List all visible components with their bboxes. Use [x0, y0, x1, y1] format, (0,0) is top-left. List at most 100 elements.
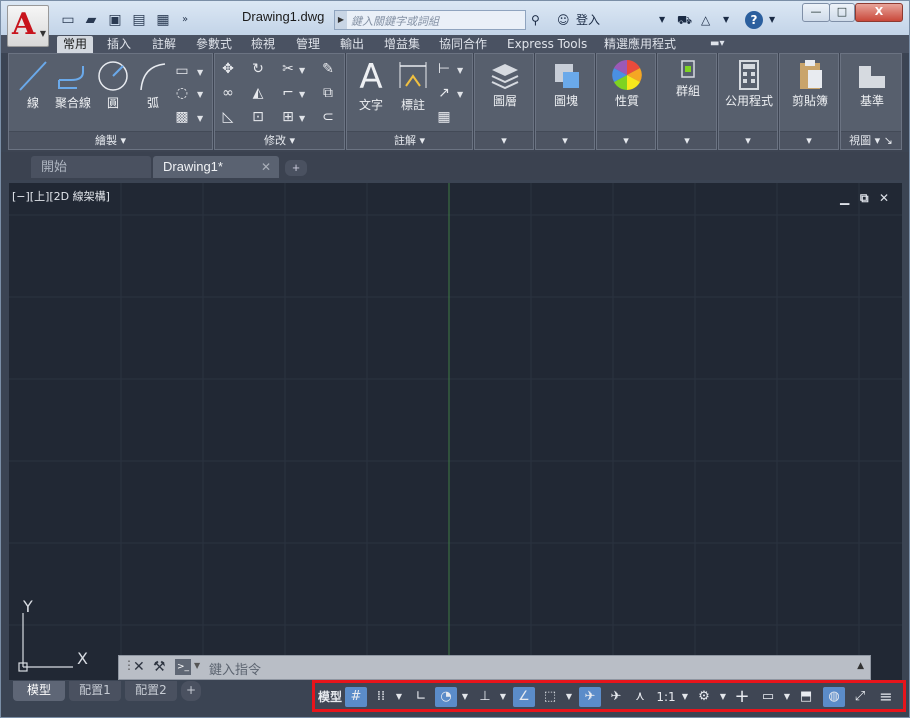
- panel-annotation-title[interactable]: 註解 ▾: [347, 131, 472, 149]
- scale-selector[interactable]: 1:1: [653, 687, 679, 707]
- tab-start[interactable]: 開始: [31, 156, 151, 178]
- save-icon[interactable]: ▣: [105, 11, 125, 29]
- tab-addins[interactable]: 增益集: [378, 36, 426, 53]
- arc-tool[interactable]: 弧: [135, 58, 171, 111]
- viewport-close-icon[interactable]: ✕: [879, 191, 889, 205]
- array-icon[interactable]: ⊞: [279, 108, 297, 126]
- command-prompt-icon[interactable]: >_: [175, 659, 191, 675]
- isolate-objects-icon[interactable]: ◍: [823, 687, 845, 707]
- login-dropdown-icon[interactable]: ▼: [659, 11, 665, 29]
- array-dropdown-icon[interactable]: ▼: [299, 114, 305, 123]
- panel-modify-title[interactable]: 修改 ▾: [215, 131, 344, 149]
- circle-tool[interactable]: 圓: [95, 58, 131, 111]
- leader-dropdown-icon[interactable]: ▼: [457, 90, 463, 99]
- properties-expand[interactable]: ▾: [597, 131, 655, 149]
- maximize-button[interactable]: □: [829, 3, 855, 22]
- ellipse-dropdown-icon[interactable]: ▼: [197, 90, 203, 99]
- rotate-icon[interactable]: ↻: [249, 60, 267, 78]
- clipboard-expand[interactable]: ▾: [780, 131, 838, 149]
- mirror-icon[interactable]: ◭: [249, 84, 267, 102]
- clean-screen-icon[interactable]: ⤢: [849, 687, 871, 707]
- close-tab-icon[interactable]: ✕: [261, 156, 271, 178]
- new-tab-button[interactable]: +: [285, 160, 307, 176]
- recent-commands-dropdown-icon[interactable]: ▼: [194, 661, 200, 670]
- search-input[interactable]: ▶ 鍵入關鍵字或詞組: [334, 10, 526, 30]
- command-input[interactable]: 鍵入指令: [209, 659, 261, 678]
- stretch-icon[interactable]: ◺: [219, 108, 237, 126]
- erase-icon[interactable]: ✎: [319, 60, 337, 78]
- trim-dropdown-icon[interactable]: ▼: [299, 66, 305, 75]
- open-folder-icon[interactable]: ▰: [81, 11, 101, 29]
- explode-icon[interactable]: ⧉: [319, 84, 337, 102]
- save-as-icon[interactable]: ▤: [129, 11, 149, 29]
- tab-annotate[interactable]: 註解: [146, 36, 182, 53]
- workspace-gear-icon[interactable]: ⚙: [693, 687, 715, 707]
- polar-tracking-icon[interactable]: ◔: [435, 687, 457, 707]
- more-commands-icon[interactable]: »: [175, 11, 195, 29]
- groups-tool[interactable]: 群組: [662, 58, 714, 99]
- command-line[interactable]: ⋮ ✕ ⚒ >_ ▼ 鍵入指令 ▲: [118, 655, 871, 680]
- grid-display-icon[interactable]: #: [345, 687, 367, 707]
- block-expand[interactable]: ▾: [536, 131, 594, 149]
- tab-layout1[interactable]: 配置1: [69, 681, 121, 701]
- properties-tool[interactable]: 性質: [601, 58, 653, 109]
- tab-home[interactable]: 常用: [57, 36, 94, 53]
- plot-icon[interactable]: ▦: [153, 11, 173, 29]
- isometric-dropdown-icon[interactable]: ▼: [497, 687, 509, 707]
- groups-expand[interactable]: ▾: [658, 131, 716, 149]
- tab-manage[interactable]: 管理: [290, 36, 326, 53]
- application-menu-button[interactable]: A ▼: [7, 5, 49, 47]
- scale-icon[interactable]: ⊡: [249, 108, 267, 126]
- tab-insert[interactable]: 插入: [101, 36, 137, 53]
- object-snap-dropdown-icon[interactable]: ▼: [563, 687, 575, 707]
- polyline-tool[interactable]: 聚合線: [51, 58, 95, 111]
- new-file-icon[interactable]: ▭: [58, 11, 78, 29]
- polar-dropdown-icon[interactable]: ▼: [459, 687, 471, 707]
- copy-icon[interactable]: ∞: [219, 84, 237, 102]
- quick-properties-icon[interactable]: ⬒: [795, 687, 817, 707]
- layers-tool[interactable]: 圖層: [479, 58, 531, 109]
- workspace-dropdown-icon[interactable]: ▼: [717, 687, 729, 707]
- search-expand-icon[interactable]: ▶: [335, 11, 347, 29]
- close-button[interactable]: X: [855, 3, 903, 22]
- drawing-canvas[interactable]: [−][上][2D 線架構] ▁ ⧉ ✕ Y X: [9, 183, 902, 680]
- connect-icon[interactable]: △: [701, 11, 710, 29]
- annotation-scale-icon[interactable]: ⋏: [629, 687, 651, 707]
- scale-dropdown-icon[interactable]: ▼: [679, 687, 691, 707]
- utilities-expand[interactable]: ▾: [719, 131, 777, 149]
- fillet-icon[interactable]: ⌐: [279, 84, 297, 102]
- tab-collaborate[interactable]: 協同合作: [433, 36, 493, 53]
- object-snap-tracking-icon[interactable]: ∠: [513, 687, 535, 707]
- tab-layout2[interactable]: 配置2: [125, 681, 177, 701]
- panel-view-title[interactable]: 視圖 ▾ ↘: [841, 131, 901, 149]
- units-dropdown-icon[interactable]: ▼: [781, 687, 793, 707]
- tab-featured-apps[interactable]: 精選應用程式: [598, 36, 682, 53]
- rectangle-dropdown-icon[interactable]: ▼: [197, 68, 203, 77]
- help-icon[interactable]: ?: [745, 11, 763, 29]
- units-icon[interactable]: ▭: [757, 687, 779, 707]
- leader-icon[interactable]: ↗: [435, 84, 453, 102]
- annotation-visibility-icon[interactable]: ✈: [579, 687, 601, 707]
- add-layout-button[interactable]: +: [181, 681, 201, 701]
- model-space-button[interactable]: 模型: [317, 687, 343, 707]
- cart-icon[interactable]: ⛟: [677, 11, 692, 29]
- ribbon-minimize-icon[interactable]: ▬▾: [704, 36, 734, 53]
- hatch-icon[interactable]: ▩: [173, 108, 191, 126]
- ortho-mode-icon[interactable]: ∟: [411, 687, 431, 707]
- linear-dim-icon[interactable]: ⊢: [435, 60, 453, 78]
- move-icon[interactable]: ✥: [219, 60, 237, 78]
- isometric-drafting-icon[interactable]: ⊥: [475, 687, 495, 707]
- tab-output[interactable]: 輸出: [334, 36, 370, 53]
- help-dropdown-icon[interactable]: ▼: [769, 11, 775, 29]
- utilities-tool[interactable]: 公用程式: [721, 58, 777, 109]
- clipboard-tool[interactable]: 剪貼簿: [784, 58, 836, 109]
- tab-model[interactable]: 模型: [13, 681, 65, 701]
- ellipse-icon[interactable]: ◌: [173, 84, 191, 102]
- command-customize-icon[interactable]: ⚒: [153, 659, 166, 675]
- rectangle-icon[interactable]: ▭: [173, 62, 191, 80]
- viewport-controls-label[interactable]: [−][上][2D 線架構]: [12, 188, 110, 204]
- annotation-monitor-icon[interactable]: +: [731, 687, 753, 707]
- viewport-minimize-icon[interactable]: ▁: [840, 191, 849, 205]
- linear-dim-dropdown-icon[interactable]: ▼: [457, 66, 463, 75]
- line-tool[interactable]: 線: [13, 58, 53, 111]
